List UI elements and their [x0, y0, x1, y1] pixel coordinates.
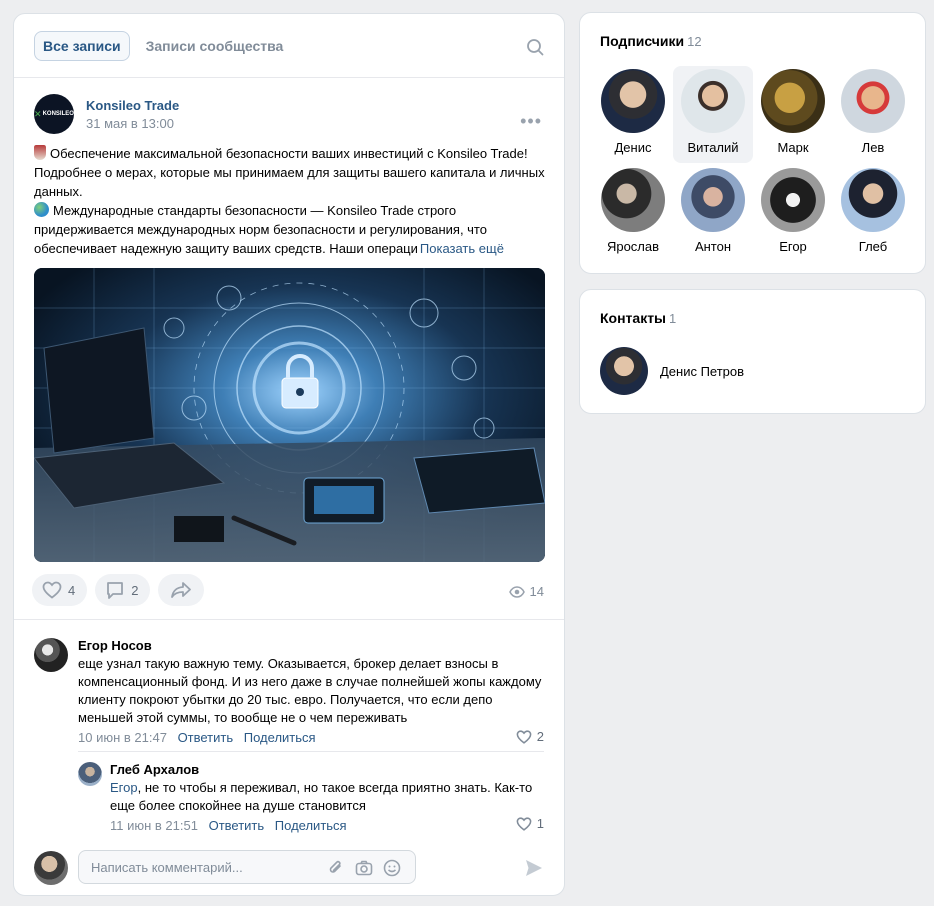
comment-reply: Глеб Архалов Егор, не то чтобы я пережив…	[110, 762, 548, 833]
avatar	[841, 69, 905, 133]
send-icon[interactable]	[524, 858, 544, 878]
post-header: ✕ KONSILEO Konsileo Trade 31 мая в 13:00	[34, 94, 179, 134]
mention-link[interactable]: Егор	[110, 780, 138, 795]
reply-link[interactable]: Ответить	[178, 730, 234, 745]
feed-tabs: Все записи Записи сообщества	[14, 14, 564, 78]
attach-icon[interactable]	[327, 859, 345, 877]
subscriber-item[interactable]: Лев	[833, 66, 913, 163]
eye-icon	[508, 585, 525, 598]
post-actions: 4 2	[32, 574, 212, 606]
heart-icon	[42, 581, 62, 599]
subscriber-item[interactable]: Антон	[673, 165, 753, 262]
shield-emoji-icon	[34, 145, 46, 160]
comment-input[interactable]: Написать комментарий...	[78, 850, 416, 884]
post-date[interactable]: 31 мая в 13:00	[86, 116, 179, 131]
contacts-title[interactable]: Контакты 1	[600, 310, 676, 326]
subscribers-card: Подписчики 12 Денис Виталий Марк Лев Ярос…	[579, 12, 926, 274]
comment-meta: 11 июн в 21:51 Ответить Поделиться	[110, 818, 548, 833]
divider	[14, 619, 564, 620]
avatar[interactable]	[78, 762, 102, 786]
views-counter: 14	[508, 584, 544, 599]
comment-button[interactable]: 2	[95, 574, 151, 606]
avatar	[761, 168, 825, 232]
comment-icon	[107, 582, 124, 599]
share-button[interactable]	[158, 574, 205, 606]
comment-author[interactable]: Егор Носов	[78, 638, 548, 653]
comment-text: еще узнал такую важную тему. Оказывается…	[78, 656, 542, 725]
globe-emoji-icon	[34, 202, 49, 217]
post-image[interactable]	[34, 268, 545, 562]
view-count: 14	[529, 584, 544, 599]
like-button[interactable]: 4	[32, 574, 88, 606]
heart-icon	[516, 729, 532, 744]
reply-link[interactable]: Ответить	[209, 818, 265, 833]
emoji-icon[interactable]	[383, 859, 401, 877]
current-user-avatar[interactable]	[34, 851, 68, 885]
subscribers-grid: Денис Виталий Марк Лев Ярослав Антон Его…	[593, 66, 913, 262]
comment-like-button[interactable]: 2	[516, 729, 544, 744]
post-author[interactable]: Konsileo Trade	[86, 98, 179, 113]
subscriber-item[interactable]: Ярослав	[593, 165, 673, 262]
contacts-card: Контакты 1 Денис Петров	[579, 289, 926, 414]
avatar	[681, 168, 745, 232]
contact-item[interactable]: Денис Петров	[600, 347, 744, 395]
community-logo[interactable]: ✕ KONSILEO	[34, 94, 74, 134]
comment-count: 2	[131, 582, 139, 598]
comment-meta: 10 июн в 21:47 Ответить Поделиться	[78, 730, 548, 745]
contact-name: Денис Петров	[660, 363, 745, 379]
avatar	[601, 69, 665, 133]
share-link[interactable]: Поделиться	[244, 730, 316, 745]
share-link[interactable]: Поделиться	[275, 818, 347, 833]
subscriber-item[interactable]: Марк	[753, 66, 833, 163]
comment-author[interactable]: Глеб Архалов	[110, 762, 548, 777]
search-icon[interactable]	[526, 38, 544, 56]
avatar	[600, 347, 648, 395]
comment-date[interactable]: 10 июн в 21:47	[78, 730, 167, 745]
tab-community-posts[interactable]: Записи сообщества	[138, 32, 292, 60]
post-text: Обеспечение максимальной безопасности ва…	[34, 145, 545, 256]
comment-date[interactable]: 11 июн в 21:51	[110, 818, 198, 833]
feed-card: Все записи Записи сообщества ✕ KONSILEO K…	[13, 13, 565, 896]
like-count: 4	[68, 582, 76, 598]
subscriber-item[interactable]: Денис	[593, 66, 673, 163]
avatar	[601, 168, 665, 232]
camera-icon[interactable]	[355, 859, 373, 877]
avatar[interactable]	[34, 638, 68, 672]
tab-all-posts[interactable]: Все записи	[34, 30, 130, 61]
avatar	[841, 168, 905, 232]
heart-icon	[516, 816, 532, 831]
share-icon	[171, 582, 192, 598]
comment: Егор Носов еще узнал такую важную тему. …	[78, 638, 548, 745]
divider	[78, 751, 544, 752]
comment-composer: Написать комментарий...	[34, 850, 544, 886]
show-more-link[interactable]: Показать ещё	[417, 241, 504, 256]
avatar	[761, 69, 825, 133]
comment-text: Егор, не то чтобы я переживал, но такое …	[110, 780, 533, 813]
comment-like-button[interactable]: 1	[516, 816, 544, 831]
subscribers-title[interactable]: Подписчики 12	[600, 33, 702, 49]
subscriber-item[interactable]: Виталий	[673, 66, 753, 163]
subscriber-item[interactable]: Егор	[753, 165, 833, 262]
subscriber-item[interactable]: Глеб	[833, 165, 913, 262]
avatar	[681, 69, 745, 133]
more-options-icon[interactable]: •••	[520, 112, 542, 130]
